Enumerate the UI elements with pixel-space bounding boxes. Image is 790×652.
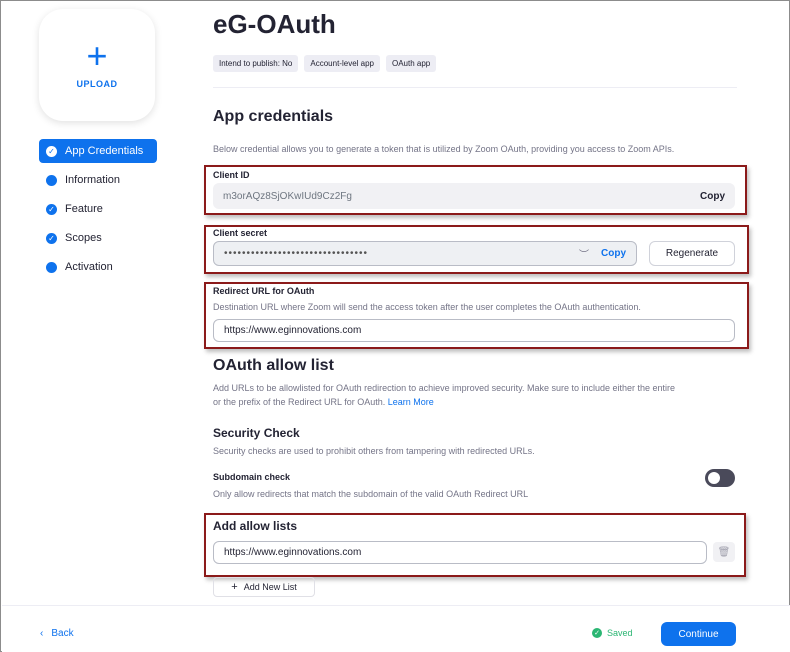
security-check-heading: Security Check: [213, 426, 300, 440]
saved-label: Saved: [607, 628, 633, 638]
sidebar-item-scopes[interactable]: ✓ Scopes: [39, 226, 157, 250]
allowlist-description-1: Add URLs to be allowlisted for OAuth red…: [213, 383, 676, 393]
client-secret-field: •••••••••••••••••••••••••••••••• ︶ Copy: [213, 241, 637, 266]
sidebar-item-activation[interactable]: Activation: [39, 255, 157, 279]
learn-more-link[interactable]: Learn More: [388, 397, 434, 407]
upload-button[interactable]: + UPLOAD: [39, 9, 155, 121]
app-tags: Intend to publish: No Account-level app …: [213, 55, 437, 72]
upload-label: UPLOAD: [76, 79, 118, 89]
credentials-description: Below credential allows you to generate …: [213, 144, 675, 154]
redirect-url-value: https://www.eginnovations.com: [224, 325, 362, 336]
redirect-url-input[interactable]: https://www.eginnovations.com: [213, 319, 735, 342]
client-secret-label: Client secret: [213, 228, 268, 238]
check-icon: ✓: [46, 203, 57, 215]
allow-list-value: https://www.eginnovations.com: [224, 547, 362, 558]
client-id-label: Client ID: [213, 170, 250, 180]
check-icon: ✓: [46, 145, 57, 157]
divider: [213, 87, 737, 88]
tag-publish: Intend to publish: No: [213, 55, 299, 72]
redirect-url-label: Redirect URL for OAuth: [213, 286, 315, 296]
saved-status: ✓ Saved: [592, 628, 633, 638]
sidebar-item-label: Scopes: [65, 232, 102, 244]
dot-icon: [46, 174, 57, 186]
redirect-url-description: Destination URL where Zoom will send the…: [213, 302, 641, 312]
footer-bar: ‹ Back ✓ Saved Continue: [2, 605, 790, 652]
app-window: + UPLOAD ✓ App Credentials Information ✓…: [0, 0, 790, 652]
check-circle-icon: ✓: [592, 628, 602, 638]
sidebar-item-label: App Credentials: [65, 145, 144, 157]
back-button[interactable]: ‹ Back: [40, 628, 74, 639]
client-id-copy-button[interactable]: Copy: [700, 191, 725, 202]
sidebar-item-label: Activation: [65, 261, 113, 273]
subdomain-check-label: Subdomain check: [213, 472, 291, 482]
check-icon: ✓: [46, 232, 57, 244]
allow-list-input[interactable]: https://www.eginnovations.com: [213, 541, 707, 564]
allowlist-description-text: or the prefix of the Redirect URL for OA…: [213, 397, 386, 407]
toggle-knob: [708, 472, 720, 484]
chevron-left-icon: ‹: [40, 628, 44, 639]
credentials-heading: App credentials: [213, 108, 334, 125]
subdomain-check-toggle[interactable]: [705, 469, 735, 487]
add-new-list-button[interactable]: + Add New List: [213, 577, 315, 597]
sidebar-item-label: Information: [65, 174, 121, 186]
client-secret-copy-button[interactable]: Copy: [601, 248, 626, 259]
client-secret-value: ••••••••••••••••••••••••••••••••: [224, 248, 369, 259]
sidebar-item-app-credentials[interactable]: ✓ App Credentials: [39, 139, 157, 163]
subdomain-check-description: Only allow redirects that match the subd…: [213, 489, 529, 499]
tag-account-level: Account-level app: [304, 55, 380, 72]
regenerate-button[interactable]: Regenerate: [649, 241, 735, 266]
client-id-value: m3orAQz8SjOKwIUd9Cz2Fg: [223, 190, 352, 202]
allowlist-heading: OAuth allow list: [213, 357, 334, 374]
tag-oauth: OAuth app: [385, 55, 437, 72]
sidebar-item-feature[interactable]: ✓ Feature: [39, 197, 157, 221]
allowlist-description-2: or the prefix of the Redirect URL for OA…: [213, 396, 434, 409]
dot-icon: [46, 261, 57, 273]
page-title: eG-OAuth: [213, 9, 336, 39]
trash-icon[interactable]: 🗑: [713, 542, 735, 562]
plus-icon: +: [231, 581, 238, 593]
add-allow-lists-heading: Add allow lists: [213, 519, 298, 533]
eye-icon[interactable]: ︶: [579, 246, 589, 261]
add-new-list-label: Add New List: [243, 582, 297, 592]
plus-icon: +: [86, 35, 108, 76]
security-check-description: Security checks are used to prohibit oth…: [213, 446, 535, 456]
back-label: Back: [51, 628, 74, 639]
sidebar-item-information[interactable]: Information: [39, 168, 157, 192]
client-id-field: m3orAQz8SjOKwIUd9Cz2Fg Copy: [213, 183, 735, 209]
sidebar-nav: ✓ App Credentials Information ✓ Feature …: [39, 139, 157, 284]
sidebar-item-label: Feature: [65, 203, 103, 215]
continue-button[interactable]: Continue: [661, 622, 736, 646]
